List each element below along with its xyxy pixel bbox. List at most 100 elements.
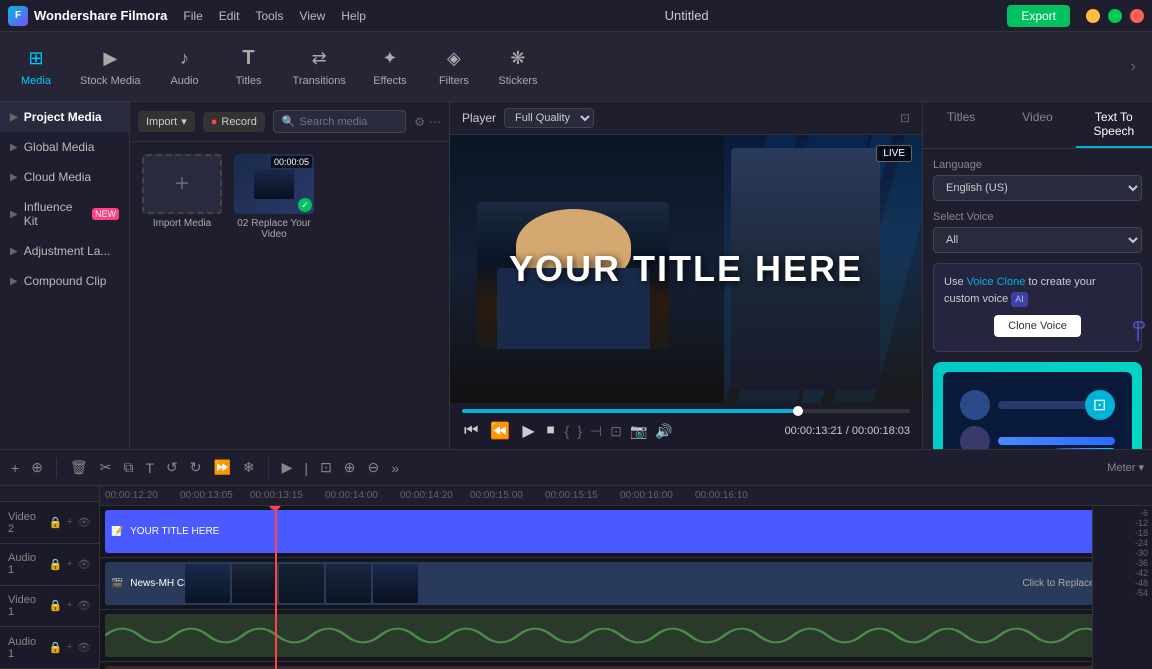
toolbar-effects[interactable]: ✦ Effects — [370, 47, 410, 87]
step-back-button[interactable]: ⏪ — [488, 419, 512, 443]
toolbar-transitions[interactable]: ⇄ Transitions — [293, 47, 346, 87]
quality-select[interactable]: Full Quality — [504, 108, 594, 128]
tab-titles[interactable]: Titles — [923, 102, 999, 148]
magnet-button[interactable]: ⊕ — [28, 457, 46, 478]
separator2 — [268, 458, 269, 478]
export-button[interactable]: Export — [1007, 5, 1070, 27]
toolbar-audio[interactable]: ♪ Audio — [165, 47, 205, 87]
new-badge: NEW — [92, 208, 119, 220]
eye-icon4[interactable]: 👁 — [77, 641, 91, 654]
track-row-audio1b — [100, 662, 1152, 669]
toolbar-media[interactable]: ⊞ Media — [16, 47, 56, 87]
stop-button[interactable]: ⏹ — [545, 420, 557, 442]
eye-icon3[interactable]: 👁 — [77, 599, 91, 612]
menu-view[interactable]: View — [299, 9, 325, 23]
search-input[interactable] — [300, 116, 398, 128]
add-icon4[interactable]: + — [67, 641, 73, 654]
aspect-ratio-icon[interactable]: ⊡ — [900, 111, 910, 125]
import-button[interactable]: Import ▾ — [138, 111, 195, 132]
menu-tools[interactable]: Tools — [255, 9, 283, 23]
cut-button[interactable]: ✂ — [97, 457, 115, 478]
ctrl-extra-icons: { } ⊣ ⊡ 📷 🔊 — [565, 423, 673, 440]
more-tl-button[interactable]: » — [388, 458, 402, 478]
sidebar-item-project-media[interactable]: ▶ Project Media — [0, 102, 129, 132]
split-button[interactable]: | — [301, 458, 311, 478]
volume-icon[interactable]: 🔊 — [655, 423, 672, 440]
record-button[interactable]: ● Record — [203, 112, 265, 132]
sidebar-item-global-media[interactable]: ▶ Global Media — [0, 132, 129, 162]
import-media-item[interactable]: + Import Media — [142, 154, 222, 240]
video-media-item[interactable]: 00:00:05 ✓ 02 Replace Your Video — [234, 154, 314, 240]
tab-video[interactable]: Video — [999, 102, 1075, 148]
eye-icon2[interactable]: 👁 — [77, 558, 91, 571]
toolbar-more-arrow[interactable]: › — [1131, 58, 1136, 76]
speed-button[interactable]: ⏩ — [210, 457, 233, 478]
track-label-audio1b: Audio 1 🔒 + 👁 — [0, 627, 99, 669]
undo-button[interactable]: ↺ — [163, 457, 181, 478]
video-clip[interactable]: 🎬 News-MH Cisco D... Click to Replace Ma… — [105, 562, 1137, 605]
progress-handle[interactable] — [793, 406, 803, 416]
sidebar-item-compound-clip[interactable]: ▶ Compound Clip — [0, 266, 129, 296]
delete-button[interactable]: 🗑 — [67, 457, 91, 478]
menu-help[interactable]: Help — [341, 9, 366, 23]
title-clip[interactable]: 📝 YOUR TITLE HERE — [105, 510, 1137, 553]
lock-icon4[interactable]: 🔒 — [49, 641, 63, 654]
toolbar-titles[interactable]: T Titles — [229, 47, 269, 87]
redo-button[interactable]: ↻ — [187, 457, 205, 478]
tab-text-to-speech[interactable]: Text To Speech — [1076, 102, 1152, 148]
player-tab[interactable]: Player — [462, 111, 496, 125]
live-badge: LIVE — [876, 145, 912, 162]
sidebar-item-adjustment[interactable]: ▶ Adjustment La... — [0, 236, 129, 266]
add-track-icon[interactable]: + — [67, 516, 73, 529]
copy-button[interactable]: ⧉ — [120, 457, 136, 478]
top-controls: Export — [1007, 5, 1144, 27]
stickers-icon: ❋ — [506, 47, 530, 71]
lock-icon3[interactable]: 🔒 — [49, 599, 63, 612]
split-icon[interactable]: ⊣ — [590, 423, 602, 440]
add-icon3[interactable]: + — [67, 599, 73, 612]
more-icon[interactable]: ⋯ — [429, 115, 441, 129]
eye-icon[interactable]: 👁 — [77, 516, 91, 529]
window-title: Untitled — [366, 8, 1007, 23]
menu-file[interactable]: File — [183, 9, 202, 23]
text-button[interactable]: T — [142, 458, 157, 478]
track-label-icons: 🔒 + 👁 — [49, 516, 91, 529]
lock-icon2[interactable]: 🔒 — [49, 558, 63, 571]
close-button[interactable] — [1130, 9, 1144, 23]
voice-clone-link[interactable]: Voice Clone — [967, 276, 1026, 288]
toolbar-filters[interactable]: ◈ Filters — [434, 47, 474, 87]
bracket-right-icon[interactable]: } — [577, 423, 582, 440]
zoom-out-button[interactable]: ⊖ — [365, 457, 383, 478]
player-overlay-text: YOUR TITLE HERE — [509, 248, 863, 290]
add-track-button[interactable]: + — [8, 458, 22, 478]
play-button[interactable]: ▶ — [520, 419, 536, 443]
sidebar-item-influence-kit[interactable]: ▶ Influence Kit NEW — [0, 192, 129, 236]
minimize-button[interactable] — [1086, 9, 1100, 23]
maximize-button[interactable] — [1108, 9, 1122, 23]
crop-button[interactable]: ⊡ — [317, 457, 335, 478]
skip-back-button[interactable]: ⏮ — [462, 420, 480, 442]
freeze-button[interactable]: ❄ — [240, 457, 258, 478]
lock-icon[interactable]: 🔒 — [49, 516, 63, 529]
language-select[interactable]: English (US) — [933, 175, 1142, 201]
add-icon2[interactable]: + — [67, 558, 73, 571]
chevron-icon: ▶ — [10, 209, 18, 220]
toolbar-stock-media[interactable]: ▶ Stock Media — [80, 47, 141, 87]
progress-bar[interactable] — [462, 409, 910, 413]
chevron-icon: ▶ — [10, 112, 18, 123]
sidebar-item-cloud-media[interactable]: ▶ Cloud Media — [0, 162, 129, 192]
menu-edit[interactable]: Edit — [219, 9, 240, 23]
snapshot-icon[interactable]: 📷 — [630, 423, 647, 440]
meter-label[interactable]: Meter ▾ — [1107, 461, 1144, 474]
voice-select[interactable]: All — [933, 227, 1142, 253]
filter-icon[interactable]: ⚙ — [414, 115, 425, 129]
bracket-left-icon[interactable]: { — [565, 423, 570, 440]
play-button-tl[interactable]: ▶ — [279, 457, 296, 478]
import-media-thumb: + — [142, 154, 222, 214]
zoom-in-button[interactable]: ⊕ — [341, 457, 359, 478]
clone-voice-button[interactable]: Clone Voice — [994, 315, 1081, 337]
toolbar-stickers[interactable]: ❋ Stickers — [498, 47, 538, 87]
audio-waveform-clip[interactable] — [105, 614, 1137, 657]
screen-icon[interactable]: ⊡ — [610, 423, 622, 440]
player-viewport: LIVE YOUR TITLE HERE — [450, 135, 922, 403]
